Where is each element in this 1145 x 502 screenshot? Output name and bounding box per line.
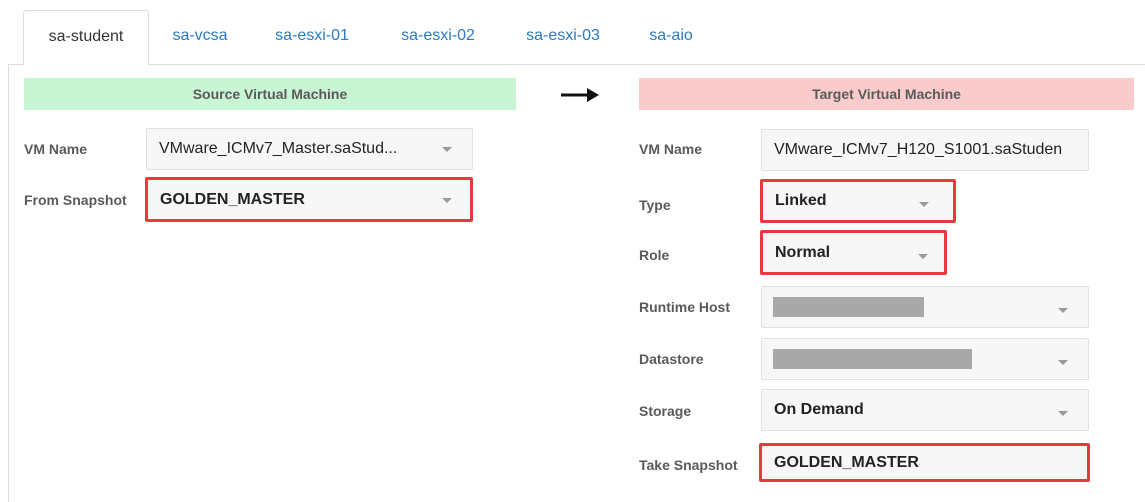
panel-border xyxy=(8,64,9,502)
chevron-down-icon xyxy=(918,253,928,259)
target-vm-heading: Target Virtual Machine xyxy=(639,78,1134,110)
target-datastore-select[interactable] xyxy=(761,338,1089,380)
source-vm-name-select[interactable]: VMware_ICMv7_Master.saStud... xyxy=(146,128,473,170)
target-runtime-host-select[interactable] xyxy=(761,286,1089,328)
target-type-value: Linked xyxy=(775,192,827,209)
target-role-select[interactable]: Normal xyxy=(760,230,947,275)
chevron-down-icon xyxy=(1058,411,1068,416)
source-vm-name-value: VMware_ICMv7_Master.saStud... xyxy=(159,140,398,157)
target-take-snapshot-input[interactable]: GOLDEN_MASTER xyxy=(759,443,1090,482)
source-vm-name-label: VM Name xyxy=(24,141,88,157)
target-role-value: Normal xyxy=(775,243,831,261)
tab-sa-esxi-02[interactable]: sa-esxi-02 xyxy=(386,10,490,64)
target-type-label: Type xyxy=(639,197,671,213)
tab-sa-esxi-03[interactable]: sa-esxi-03 xyxy=(512,10,614,64)
arrow-right-icon xyxy=(561,88,599,102)
target-take-snapshot-label: Take Snapshot xyxy=(639,457,738,473)
chevron-down-icon xyxy=(1058,360,1068,365)
target-vm-name-input[interactable]: VMware_ICMv7_H120_S1001.saStuden xyxy=(761,129,1089,171)
target-storage-value: On Demand xyxy=(774,401,864,418)
tab-divider xyxy=(8,64,1145,65)
target-vm-name-value: VMware_ICMv7_H120_S1001.saStuden xyxy=(774,141,1063,158)
tab-sa-aio[interactable]: sa-aio xyxy=(636,10,706,64)
target-type-select[interactable]: Linked xyxy=(760,179,956,223)
target-runtime-host-label: Runtime Host xyxy=(639,299,730,315)
tab-bar: sa-student sa-vcsa sa-esxi-01 sa-esxi-02… xyxy=(0,0,1145,66)
target-storage-label: Storage xyxy=(639,403,692,419)
tab-sa-student[interactable]: sa-student xyxy=(23,10,149,66)
target-datastore-label: Datastore xyxy=(639,351,704,367)
source-snapshot-value: GOLDEN_MASTER xyxy=(160,190,305,208)
redacted-value xyxy=(773,297,924,317)
target-storage-select[interactable]: On Demand xyxy=(761,389,1089,431)
chevron-down-icon xyxy=(919,202,929,207)
target-vm-name-label: VM Name xyxy=(639,141,703,157)
target-role-label: Role xyxy=(639,247,670,263)
target-take-snapshot-value: GOLDEN_MASTER xyxy=(774,453,919,471)
source-snapshot-label: From Snapshot xyxy=(24,192,127,208)
tab-sa-vcsa[interactable]: sa-vcsa xyxy=(160,10,240,64)
chevron-down-icon xyxy=(442,197,452,203)
redacted-value xyxy=(773,349,972,369)
chevron-down-icon xyxy=(1058,308,1068,313)
chevron-down-icon xyxy=(442,147,452,152)
tab-sa-esxi-01[interactable]: sa-esxi-01 xyxy=(262,10,362,64)
source-snapshot-select[interactable]: GOLDEN_MASTER xyxy=(145,177,473,222)
source-vm-heading: Source Virtual Machine xyxy=(24,78,516,110)
